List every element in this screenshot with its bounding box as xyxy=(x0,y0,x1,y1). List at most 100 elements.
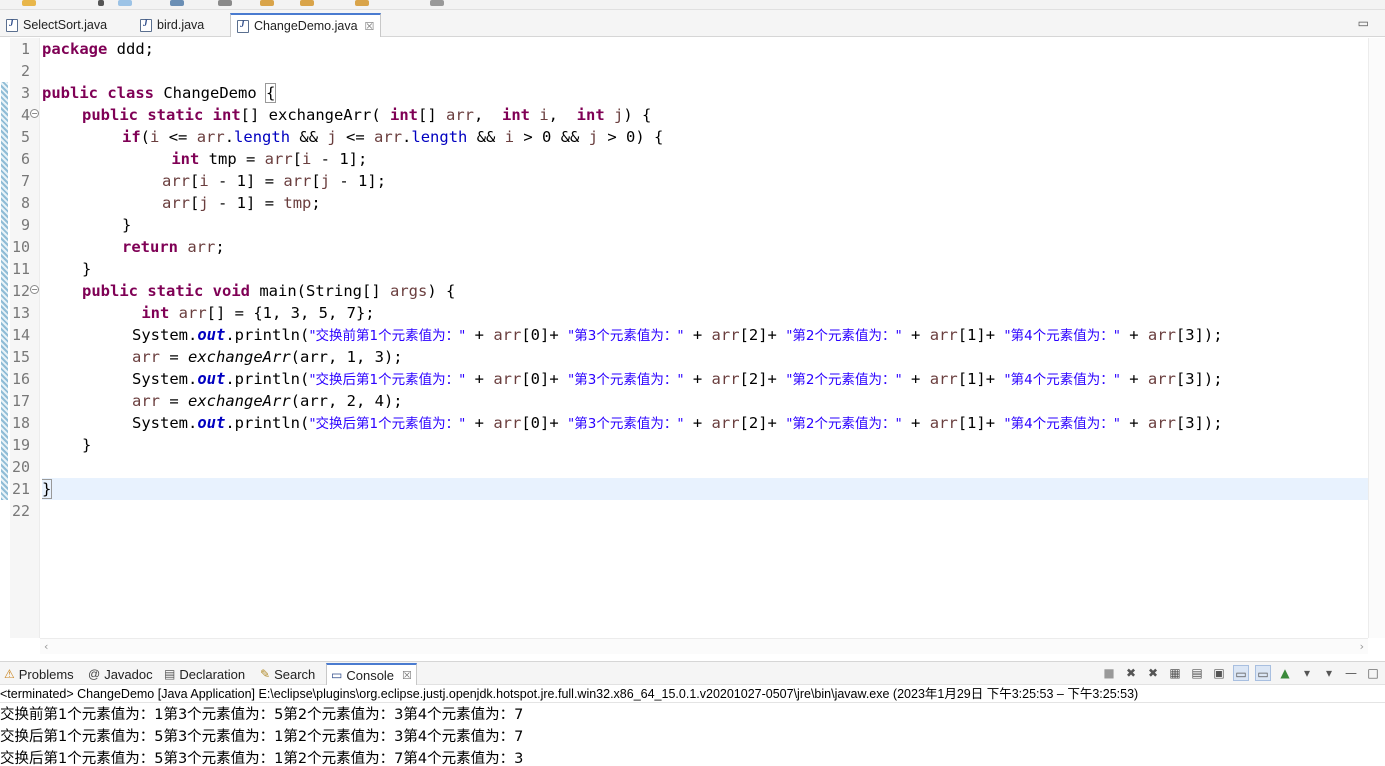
open-console-icon[interactable]: ▾ xyxy=(1321,665,1337,681)
line-number: 2 xyxy=(20,62,30,80)
toolbar-icon[interactable] xyxy=(170,0,184,6)
java-file-icon xyxy=(140,18,152,32)
terminate-icon[interactable]: ■ xyxy=(1101,665,1117,681)
toolbar-icon[interactable] xyxy=(22,0,36,6)
tab-label: SelectSort.java xyxy=(23,18,108,32)
tab-label: Declaration xyxy=(179,666,246,682)
current-line-highlight xyxy=(42,478,1368,500)
minimize-icon[interactable]: — xyxy=(1343,665,1359,681)
scroll-lock-icon[interactable]: ▦ xyxy=(1167,665,1183,681)
display-console-icon[interactable]: ▾ xyxy=(1299,665,1315,681)
toolbar-icon[interactable] xyxy=(218,0,232,6)
remove-launch-icon[interactable]: ✖ xyxy=(1123,665,1139,681)
code-line: package ddd; xyxy=(42,40,154,58)
console-icon: ▭ xyxy=(331,668,343,682)
tab-console[interactable]: ▭ Console ☒ xyxy=(326,663,417,685)
console-output-line: 交换后第1个元素值为：5第3个元素值为：1第2个元素值为：7第4个元素值为：3 xyxy=(0,751,524,766)
console-toolbar: ■ ✖ ✖ ▦ ▤ ▣ ▭ ▭ ▲ ▾ ▾ — □ xyxy=(1101,665,1381,681)
fold-collapse-icon[interactable]: − xyxy=(30,109,39,118)
at-icon: @ xyxy=(88,667,101,681)
tab-declaration[interactable]: ▤ Declaration xyxy=(160,663,249,685)
code-line: public class ChangeDemo { xyxy=(42,83,277,103)
code-line: return arr; xyxy=(122,238,225,256)
change-ruler xyxy=(0,38,10,638)
toolbar-icon[interactable] xyxy=(300,0,314,6)
editor-tab-bar: SelectSort.java bird.java ChangeDemo.jav… xyxy=(0,10,1385,37)
scroll-right-icon[interactable]: › xyxy=(1360,639,1364,655)
tab-label: bird.java xyxy=(157,18,205,32)
problems-icon: ⚠ xyxy=(4,667,15,681)
editor-window-controls: ▭ xyxy=(1358,16,1379,30)
line-number: 5 xyxy=(20,128,30,146)
line-number: 14 xyxy=(11,326,30,344)
line-number: 20 xyxy=(11,458,30,476)
declaration-icon: ▤ xyxy=(164,667,176,681)
pin-console-icon[interactable]: ▲ xyxy=(1277,665,1293,681)
matching-bracket: { xyxy=(264,83,277,103)
tab-javadoc[interactable]: @ Javadoc xyxy=(84,663,157,685)
line-number: 4 xyxy=(20,106,30,124)
minimize-icon[interactable]: ▭ xyxy=(1358,16,1379,30)
tab-label: Problems xyxy=(18,666,74,682)
code-line: public static int[] exchangeArr( int[] a… xyxy=(82,106,652,124)
line-number: 8 xyxy=(20,194,30,212)
code-line: } xyxy=(82,436,92,454)
show-on-output-icon[interactable]: ▣ xyxy=(1211,665,1227,681)
scroll-left-icon[interactable]: ‹ xyxy=(44,639,48,655)
change-marker xyxy=(1,82,8,104)
java-file-icon xyxy=(6,18,18,32)
code-line: System.out.println("交换后第1个元素值为：" + arr[0… xyxy=(132,414,1223,432)
line-number: 7 xyxy=(20,172,30,190)
toolbar-icon[interactable] xyxy=(260,0,274,6)
code-line: public static void main(String[] args) { xyxy=(82,282,456,300)
close-tab-icon[interactable]: ☒ xyxy=(365,20,375,33)
code-line: if(i <= arr.length && j <= arr.length &&… xyxy=(122,128,664,146)
fold-collapse-icon[interactable]: − xyxy=(30,285,39,294)
java-file-icon xyxy=(237,19,249,33)
change-marker xyxy=(1,104,8,500)
console-output-area[interactable]: <terminated> ChangeDemo [Java Applicatio… xyxy=(0,685,1385,766)
tab-selectsort[interactable]: SelectSort.java xyxy=(0,13,113,37)
code-line: } xyxy=(122,216,132,234)
main-toolbar xyxy=(0,0,1385,10)
line-number-gutter: 1 2 3 4 5 6 7 8 9 10 11 12 13 14 15 16 1… xyxy=(10,38,40,638)
editor-horizontal-scrollbar[interactable]: ‹ › xyxy=(40,638,1368,654)
toolbar-icon[interactable] xyxy=(98,0,104,6)
code-area[interactable]: package ddd; public class ChangeDemo { p… xyxy=(42,38,1368,638)
close-tab-icon[interactable]: ☒ xyxy=(402,669,412,682)
line-number: 21 xyxy=(11,480,30,498)
maximize-icon[interactable]: □ xyxy=(1365,665,1381,681)
line-number: 10 xyxy=(11,238,30,256)
code-line: int tmp = arr[i - 1]; xyxy=(162,150,368,168)
code-line: arr[j - 1] = tmp; xyxy=(162,194,321,212)
code-line: arr = exchangeArr(arr, 2, 4); xyxy=(132,392,403,410)
text-caret xyxy=(51,480,53,499)
bottom-view-tab-bar: ⚠ Problems @ Javadoc ▤ Declaration ✎ Sea… xyxy=(0,661,1385,685)
tab-label: Console xyxy=(346,667,395,683)
show-console-stderr-icon[interactable]: ▭ xyxy=(1255,665,1271,681)
line-number: 6 xyxy=(20,150,30,168)
tab-bird[interactable]: bird.java xyxy=(134,13,210,37)
toolbar-icon[interactable] xyxy=(118,0,132,6)
tab-changedemo[interactable]: ChangeDemo.java ☒ xyxy=(230,13,382,37)
line-number: 17 xyxy=(11,392,30,410)
console-output-line: 交换后第1个元素值为：5第3个元素值为：1第2个元素值为：3第4个元素值为：7 xyxy=(0,729,524,745)
toolbar-icon[interactable] xyxy=(355,0,369,6)
tab-label: ChangeDemo.java xyxy=(254,19,358,33)
line-number: 15 xyxy=(11,348,30,366)
tab-search[interactable]: ✎ Search xyxy=(256,663,319,685)
remove-all-terminated-icon[interactable]: ✖ xyxy=(1145,665,1161,681)
console-output-line: 交换前第1个元素值为：1第3个元素值为：5第2个元素值为：3第4个元素值为：7 xyxy=(0,707,524,723)
editor-vertical-scrollbar[interactable] xyxy=(1368,38,1385,638)
tab-problems[interactable]: ⚠ Problems xyxy=(0,663,78,685)
line-number: 12 xyxy=(11,282,30,300)
code-line: } xyxy=(82,260,92,278)
toolbar-icon[interactable] xyxy=(430,0,444,6)
console-terminated-header: <terminated> ChangeDemo [Java Applicatio… xyxy=(0,685,1385,703)
word-wrap-icon[interactable]: ▤ xyxy=(1189,665,1205,681)
show-console-stdout-icon[interactable]: ▭ xyxy=(1233,665,1249,681)
line-number: 11 xyxy=(11,260,30,278)
code-line: System.out.println("交换后第1个元素值为：" + arr[0… xyxy=(132,370,1223,388)
code-editor[interactable]: 1 2 3 4 5 6 7 8 9 10 11 12 13 14 15 16 1… xyxy=(0,38,1368,638)
line-number: 1 xyxy=(20,40,30,58)
